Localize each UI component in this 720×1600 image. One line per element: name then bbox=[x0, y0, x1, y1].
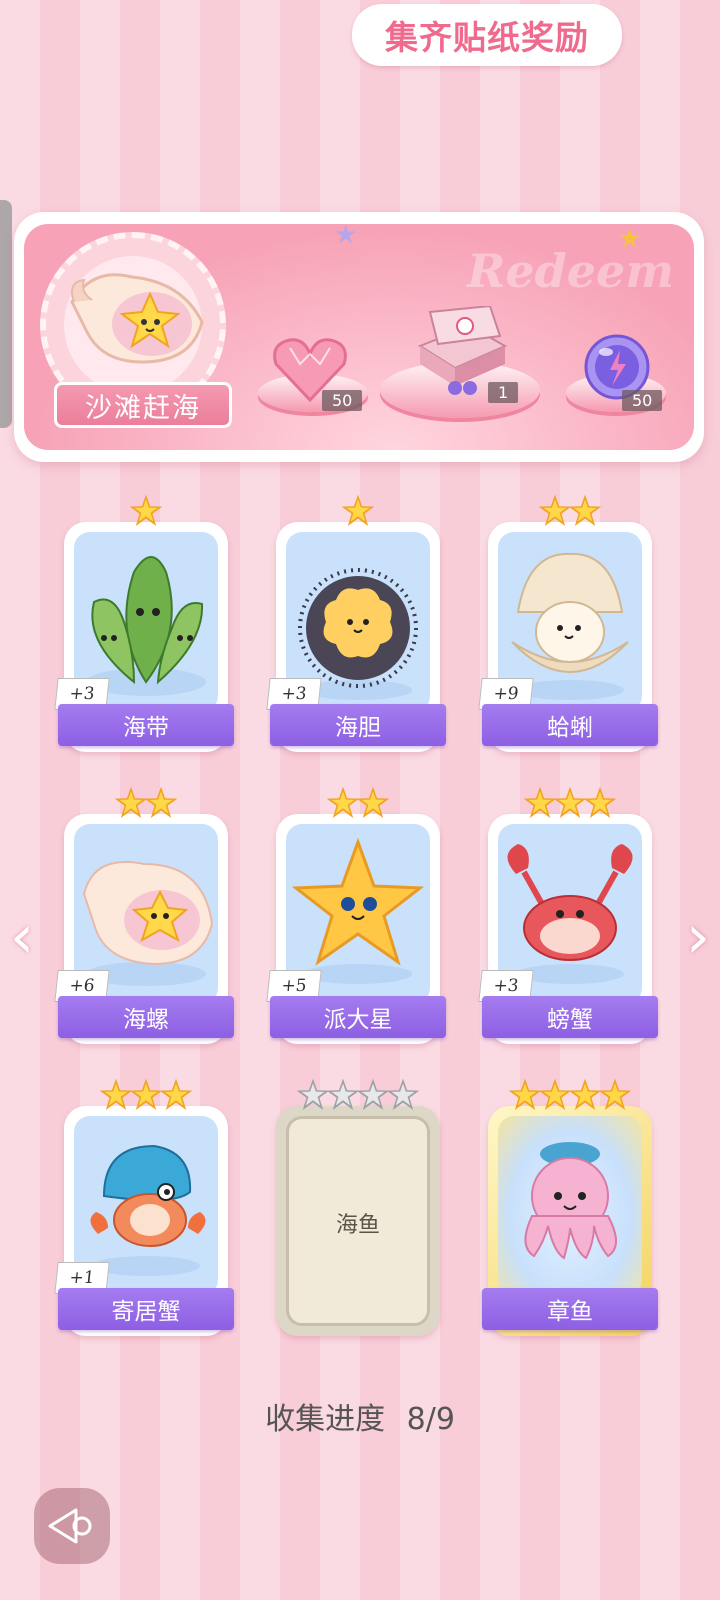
star-icon bbox=[129, 1078, 163, 1110]
progress-value: 8/9 bbox=[406, 1402, 455, 1437]
star-icon bbox=[326, 786, 360, 818]
star-icon bbox=[341, 494, 375, 526]
sticker-name: 蛤蜊 bbox=[482, 704, 658, 746]
star-icon bbox=[144, 786, 178, 818]
star-icon bbox=[553, 786, 587, 818]
sticker-name: 章鱼 bbox=[482, 1288, 658, 1330]
star-icon bbox=[523, 786, 557, 818]
sticker-card-starfish[interactable]: +5 派大星 bbox=[266, 786, 446, 1044]
star-icon bbox=[159, 1078, 193, 1110]
sticker-card-fish-locked[interactable]: 海鱼 bbox=[276, 1078, 440, 1336]
octopus-icon bbox=[524, 1142, 617, 1260]
progress-label: 收集进度 bbox=[265, 1402, 386, 1437]
back-arrow-icon bbox=[48, 1508, 92, 1544]
star-icon bbox=[356, 786, 390, 818]
star-icon bbox=[583, 786, 617, 818]
star-icon bbox=[598, 1078, 632, 1110]
star-icon bbox=[129, 494, 163, 526]
sticker-card-seaweed[interactable]: +3 海带 bbox=[54, 494, 234, 752]
banner-watermark: Redeem bbox=[467, 244, 674, 298]
sticker-card-conch[interactable]: +6 海螺 bbox=[54, 786, 234, 1044]
sticker-name: 海胆 bbox=[270, 704, 446, 746]
empty-star-icon bbox=[356, 1078, 390, 1110]
star-icon bbox=[114, 786, 148, 818]
empty-star-icon bbox=[326, 1078, 360, 1110]
banner-title: 集齐贴纸奖励 bbox=[352, 4, 622, 66]
sticker-name: 派大星 bbox=[270, 996, 446, 1038]
sticker-card-hermit-crab[interactable]: +1 寄居蟹 bbox=[54, 1078, 234, 1336]
star-icon bbox=[538, 494, 572, 526]
chevron-left-icon[interactable]: ‹ bbox=[10, 902, 34, 972]
locked-sticker-name: 海鱼 bbox=[335, 1213, 380, 1238]
empty-star-icon bbox=[296, 1078, 330, 1110]
reward-count: 50 bbox=[322, 390, 363, 411]
star-icon bbox=[99, 1078, 133, 1110]
star-icon bbox=[538, 1078, 572, 1110]
sticker-name: 海带 bbox=[58, 704, 234, 746]
reward-count: 1 bbox=[488, 382, 519, 403]
empty-star-icon bbox=[386, 1078, 420, 1110]
sticker-name: 寄居蟹 bbox=[58, 1288, 234, 1330]
sticker-card-sea-urchin[interactable]: +3 海胆 bbox=[266, 494, 446, 752]
sticker-name: 螃蟹 bbox=[482, 996, 658, 1038]
conch-shell-icon bbox=[70, 273, 204, 364]
theme-name-ribbon: 沙滩赶海 bbox=[54, 382, 232, 428]
star-icon bbox=[568, 494, 602, 526]
back-button[interactable] bbox=[34, 1488, 110, 1564]
side-handle[interactable] bbox=[0, 200, 12, 428]
sticker-card-clam[interactable]: +9 蛤蜊 bbox=[478, 494, 658, 752]
sticker-card-crab[interactable]: +3 螃蟹 bbox=[478, 786, 658, 1044]
star-icon bbox=[508, 1078, 542, 1110]
sticker-card-octopus[interactable]: 章鱼 bbox=[482, 1078, 658, 1336]
lavender-star-icon: ★ bbox=[334, 220, 358, 250]
reward-count: 50 bbox=[622, 390, 663, 411]
sticker-name: 海螺 bbox=[58, 996, 234, 1038]
gold-star-icon: ★ bbox=[618, 224, 642, 254]
collection-progress: 收集进度 8/9 bbox=[0, 1394, 720, 1438]
star-icon bbox=[568, 1078, 602, 1110]
chevron-right-icon[interactable]: › bbox=[686, 902, 710, 972]
